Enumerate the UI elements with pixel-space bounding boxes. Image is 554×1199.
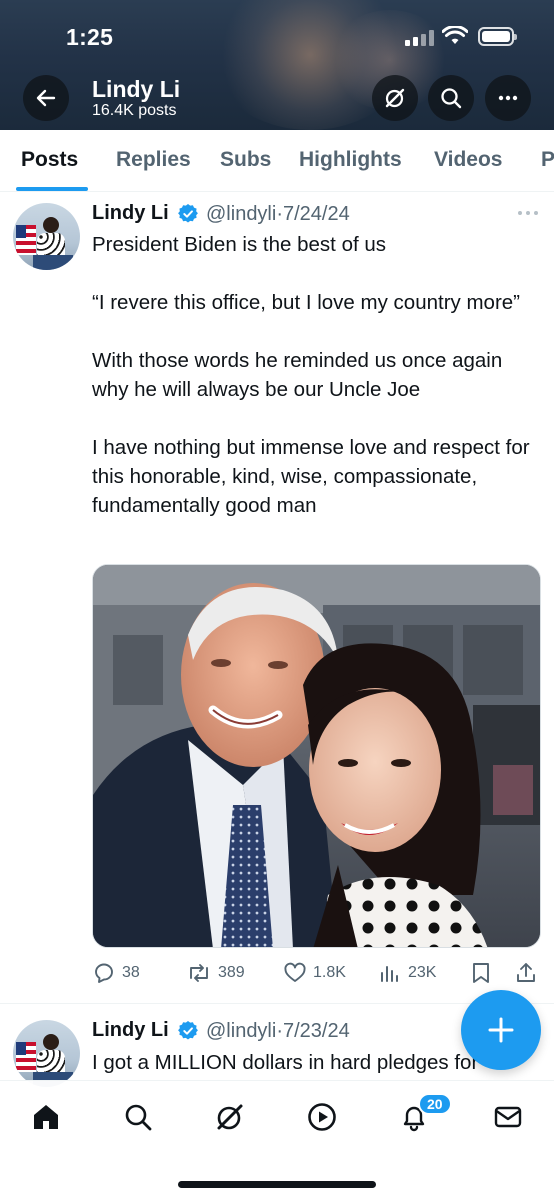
arrow-left-icon — [36, 89, 56, 107]
like-button[interactable]: 1.8K — [283, 958, 346, 988]
avatar[interactable] — [13, 1020, 80, 1087]
verified-badge-icon — [178, 204, 198, 223]
nav-home[interactable] — [26, 1097, 66, 1137]
cellular-signal-icon — [405, 30, 435, 46]
play-icon — [308, 1103, 336, 1131]
meta-separator: · — [276, 203, 283, 225]
heart-icon — [284, 962, 306, 982]
mail-icon — [494, 1106, 522, 1128]
reply-button[interactable]: 38 — [92, 958, 140, 988]
tweet-date[interactable]: 7/23/24 — [283, 1020, 350, 1042]
bookmark-button[interactable] — [470, 958, 492, 988]
wifi-icon — [442, 26, 468, 44]
repost-icon — [190, 964, 208, 982]
repost-button[interactable]: 389 — [186, 958, 245, 988]
plus-icon — [488, 1017, 514, 1043]
nav-search[interactable] — [118, 1097, 158, 1137]
tweet-action-bar: 38 389 1.8K 23K — [0, 958, 554, 988]
tweet-meta: @lindyli·7/23/24 — [206, 1020, 350, 1043]
home-icon — [34, 1105, 58, 1129]
grok-icon — [385, 88, 405, 108]
tweet-text: I got a MILLION dollars in hard pledges … — [92, 1051, 479, 1074]
search-icon — [441, 88, 462, 109]
tweet-author-name[interactable]: Lindy Li — [92, 1019, 169, 1042]
share-icon — [517, 963, 535, 982]
tab-posts[interactable]: Posts — [21, 148, 78, 172]
more-icon[interactable] — [516, 206, 540, 220]
profile-name: Lindy Li — [92, 76, 181, 102]
status-bar-time: 1:25 — [66, 24, 114, 50]
reply-count: 38 — [122, 964, 140, 981]
tweet-meta: @lindyli·7/24/24 — [206, 203, 350, 226]
back-button[interactable] — [23, 75, 69, 121]
photo-image — [93, 565, 540, 947]
tab-replies[interactable]: Replies — [116, 148, 191, 172]
views-button[interactable]: 23K — [378, 958, 436, 988]
verified-badge-icon — [178, 1021, 198, 1040]
share-button[interactable] — [515, 958, 537, 988]
tab-highlights[interactable]: Highlights — [299, 148, 402, 172]
more-options-button[interactable] — [485, 75, 531, 121]
search-button[interactable] — [428, 75, 474, 121]
grok-button[interactable] — [372, 75, 418, 121]
avatar[interactable] — [13, 203, 80, 270]
tweet-author-name[interactable]: Lindy Li — [92, 202, 169, 225]
home-indicator[interactable] — [178, 1181, 376, 1188]
nav-messages[interactable] — [488, 1097, 528, 1137]
nav-video[interactable] — [302, 1097, 342, 1137]
nav-grok[interactable] — [210, 1097, 250, 1137]
battery-icon — [478, 27, 517, 46]
views-icon — [381, 966, 398, 982]
profile-tabs: Posts Replies Subs Highlights Videos P — [0, 130, 554, 192]
bookmark-icon — [473, 963, 489, 983]
tweet-author-handle[interactable]: @lindyli — [206, 1020, 276, 1042]
profile-header: 1:25 Lindy Li 16.4K posts — [0, 0, 554, 130]
meta-separator: · — [276, 1020, 283, 1042]
tab-partial[interactable]: P — [541, 148, 554, 172]
reply-icon — [95, 963, 113, 983]
search-icon — [125, 1104, 152, 1131]
compose-button[interactable] — [461, 990, 541, 1070]
tab-videos[interactable]: Videos — [434, 148, 502, 172]
repost-count: 389 — [218, 964, 245, 981]
notifications-badge: 20 — [418, 1093, 452, 1115]
tweet-author-handle[interactable]: @lindyli — [206, 203, 276, 225]
tweet-date[interactable]: 7/24/24 — [283, 203, 350, 225]
more-icon — [498, 95, 518, 101]
tab-subs[interactable]: Subs — [220, 148, 271, 172]
tweet-text: President Biden is the best of us “I rev… — [92, 233, 530, 517]
like-count: 1.8K — [313, 964, 346, 981]
view-count: 23K — [408, 964, 437, 981]
profile-post-count: 16.4K posts — [92, 102, 177, 119]
grok-icon — [217, 1104, 243, 1130]
tweet-photo[interactable] — [92, 564, 541, 948]
active-tab-indicator — [16, 187, 88, 191]
